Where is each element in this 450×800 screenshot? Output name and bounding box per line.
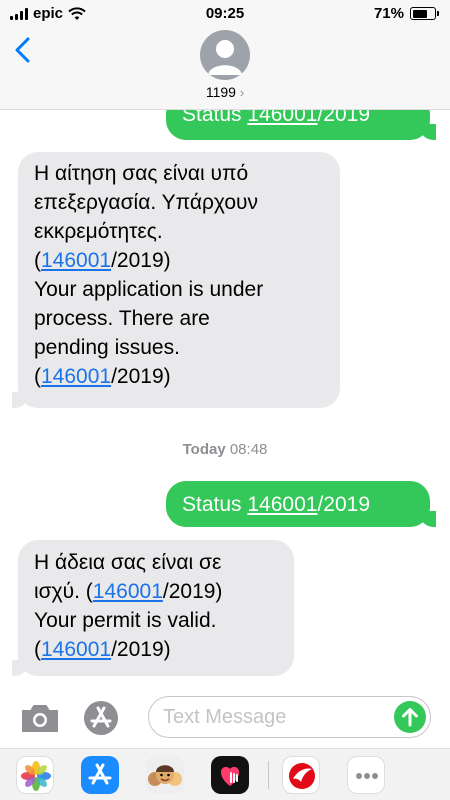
message-line: (146001/2019) (34, 246, 324, 275)
battery-fill (412, 9, 428, 18)
message-field[interactable] (148, 696, 431, 738)
message-link[interactable]: 146001 (41, 638, 111, 661)
bubble-tail (12, 660, 28, 676)
message-text: ( (34, 249, 41, 272)
outgoing-message[interactable]: Status 146001/2019 (166, 481, 436, 527)
status-right: 71% (373, 5, 439, 22)
message-text: /2019) (111, 365, 171, 388)
message-input[interactable] (163, 697, 393, 737)
conversation-header: 1199 › (0, 28, 450, 110)
message-line: process. There are (34, 304, 324, 333)
composer (0, 690, 450, 748)
chevron-right-icon: › (239, 85, 245, 100)
message-line: ισχύ. (146001/2019) (34, 577, 278, 606)
photos-icon (21, 761, 51, 791)
message-line: επεξεργασία. Υπάρχουν (34, 188, 324, 217)
message-line: pending issues. (34, 333, 324, 362)
memoji-icon (148, 765, 182, 786)
battery-icon (410, 7, 439, 20)
incoming-message[interactable]: Η αίτηση σας είναι υπό επεξεργασία. Υπάρχ… (12, 152, 340, 408)
contact-name-button[interactable]: 1199 › (0, 84, 450, 100)
message-text: Η άδεια σας είναι σε (34, 551, 222, 574)
message-text: ισχύ. ( (34, 580, 93, 603)
message-line: εκκρεμότητες. (34, 217, 324, 246)
battery-percent: 71% (373, 5, 404, 22)
person-icon (208, 40, 242, 75)
message-line: (146001/2019) (34, 362, 324, 391)
turkish-airlines-icon (289, 763, 315, 789)
drawer-divider (268, 761, 269, 789)
message-text: εκκρεμότητες. (34, 220, 163, 243)
bubble-tail (420, 124, 436, 140)
message-text: Your application is under (34, 278, 264, 301)
heart-hand-icon (220, 766, 240, 786)
message-text: /2019 (317, 493, 371, 516)
camera-icon (22, 705, 58, 732)
message-text: /2019) (111, 638, 171, 661)
incoming-message[interactable]: Η άδεια σας είναι σε ισχύ. (146001/2019) Y… (12, 540, 294, 676)
more-icon (356, 773, 378, 779)
message-link[interactable]: 146001 (41, 249, 111, 272)
message-text: Your permit is valid. (34, 609, 217, 632)
timestamp-time: 08:48 (229, 441, 268, 458)
back-button[interactable] (12, 36, 36, 64)
turkish-airlines-app[interactable] (282, 756, 320, 794)
message-text: /2019) (111, 249, 171, 272)
digital-touch-app[interactable] (211, 756, 249, 794)
message-line: (146001/2019) (34, 635, 278, 664)
bubble-tail (12, 392, 28, 408)
message-text: Status (182, 493, 248, 516)
message-line: Η αίτηση σας είναι υπό (34, 159, 324, 188)
message-text: ( (34, 638, 41, 661)
timestamp: Today 08:48 (0, 441, 450, 458)
message-link[interactable]: 146001 (41, 365, 111, 388)
app-store-icon (84, 701, 118, 735)
app-store-app[interactable] (81, 756, 119, 794)
message-text: pending issues. (34, 336, 180, 359)
message-line: Your permit is valid. (34, 606, 278, 635)
status-bar: epic 09:25 71% (0, 0, 450, 28)
arrow-up-icon (402, 708, 418, 727)
message-line: Your application is under (34, 275, 324, 304)
message-text: process. There are (34, 307, 210, 330)
camera-button[interactable] (20, 702, 60, 734)
memoji-app[interactable] (146, 756, 184, 794)
message-text: επεξεργασία. Υπάρχουν (34, 191, 259, 214)
message-text: ( (34, 365, 41, 388)
timestamp-day: Today (182, 441, 226, 458)
contact-avatar[interactable] (200, 30, 250, 80)
chevron-left-icon (15, 37, 30, 63)
send-button[interactable] (394, 701, 426, 733)
message-link[interactable]: 146001 (247, 493, 317, 516)
message-link[interactable]: 146001 (93, 580, 163, 603)
app-drawer (0, 748, 450, 800)
app-store-button[interactable] (83, 700, 119, 736)
bubble-tail (420, 511, 436, 527)
message-line: Η άδεια σας είναι σε (34, 548, 278, 577)
photos-app[interactable] (16, 756, 54, 794)
message-text: Η αίτηση σας είναι υπό (34, 162, 249, 185)
more-apps-button[interactable] (347, 756, 385, 794)
message-text: /2019) (162, 580, 223, 603)
contact-name: 1199 (205, 84, 236, 100)
app-store-icon (88, 763, 112, 785)
